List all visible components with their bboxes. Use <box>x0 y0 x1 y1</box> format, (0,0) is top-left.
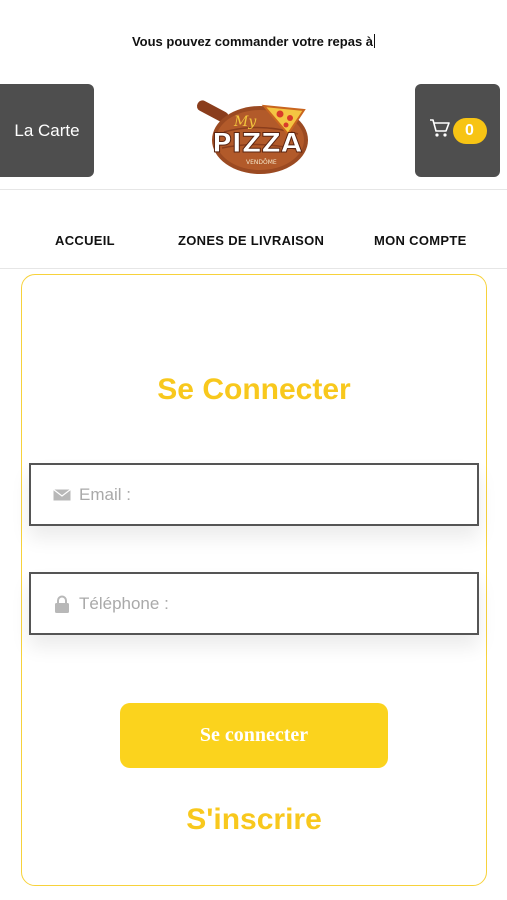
email-field[interactable] <box>29 463 479 526</box>
header-divider <box>0 189 507 190</box>
main-nav: ACCUEIL ZONES DE LIVRAISON MON COMPTE <box>0 233 507 251</box>
nav-divider <box>0 268 507 269</box>
cart-button[interactable]: 0 <box>415 84 500 177</box>
login-title: Se Connecter <box>157 373 351 406</box>
site-header: La Carte My PIZZA VENDÔME 0 <box>0 84 507 178</box>
nav-item-accueil[interactable]: ACCUEIL <box>55 233 115 248</box>
announcement-text: Vous pouvez commander votre repas à <box>131 34 374 49</box>
phone-input[interactable] <box>79 593 439 614</box>
cart-icon <box>429 118 453 143</box>
login-card: Se Connecter Se connecter S'inscrire <box>21 274 487 886</box>
menu-button-label: La Carte <box>14 120 80 140</box>
cart-count-badge: 0 <box>452 117 487 144</box>
site-logo[interactable]: My PIZZA VENDÔME <box>194 92 316 176</box>
menu-button[interactable]: La Carte <box>0 84 94 177</box>
email-input[interactable] <box>79 484 439 505</box>
nav-item-zones-de-livraison[interactable]: ZONES DE LIVRAISON <box>178 233 324 248</box>
nav-item-mon-compte[interactable]: MON COMPTE <box>374 233 467 248</box>
lock-icon <box>53 595 71 613</box>
login-submit-button[interactable]: Se connecter <box>120 703 388 768</box>
logo-subtitle: VENDÔME <box>246 159 277 166</box>
announcement-banner: Vous pouvez commander votre repas à <box>0 34 507 49</box>
envelope-icon <box>53 486 71 504</box>
text-caret <box>374 34 376 48</box>
phone-field[interactable] <box>29 572 479 635</box>
register-link[interactable]: S'inscrire <box>22 803 486 837</box>
logo-name: PIZZA <box>212 128 302 159</box>
